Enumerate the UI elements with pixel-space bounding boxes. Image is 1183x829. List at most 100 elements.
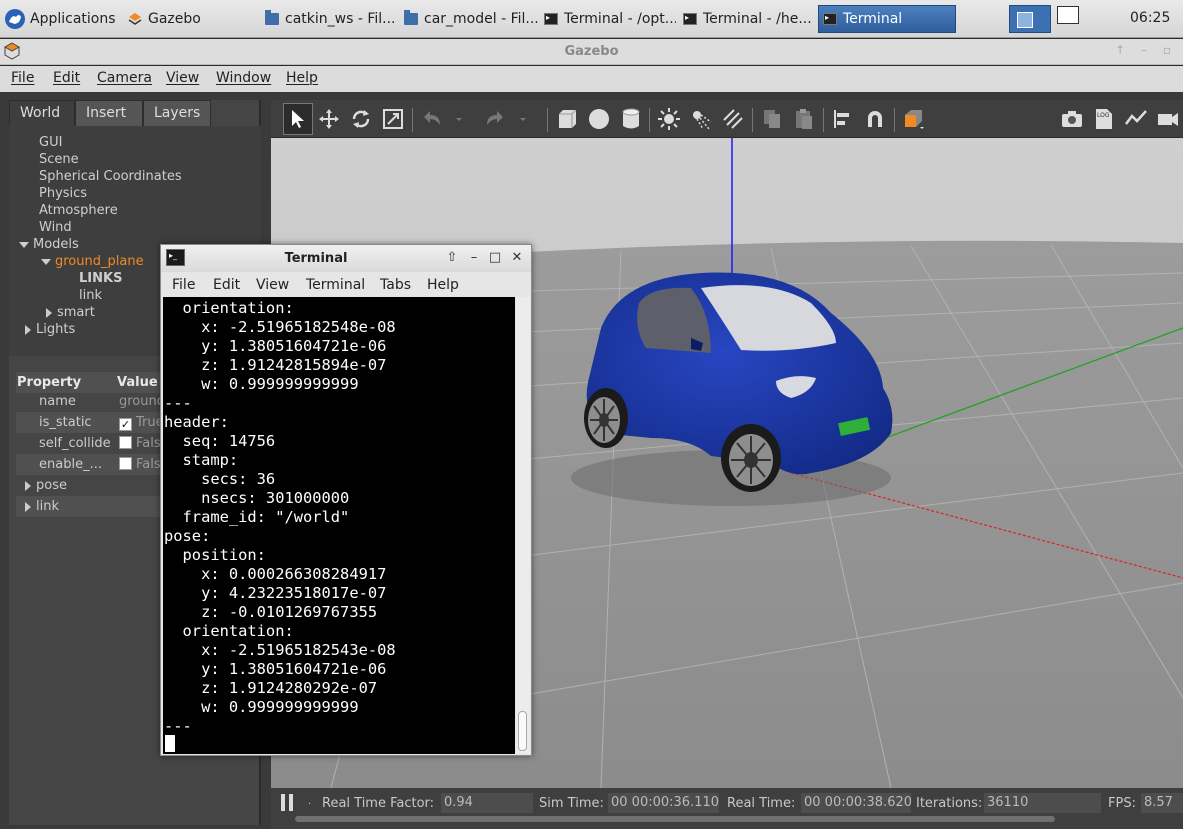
plot-button[interactable]: [1123, 107, 1149, 131]
terminal-menu-help[interactable]: Help: [427, 277, 459, 293]
property-row-enable[interactable]: enable_... False: [16, 454, 176, 475]
tree-item-scene[interactable]: Scene: [39, 152, 79, 167]
expand-arrow-icon[interactable]: [46, 307, 52, 318]
tree-item-wind[interactable]: Wind: [39, 220, 72, 235]
task-terminal-opt[interactable]: Terminal - /opt...: [544, 5, 676, 33]
tree-label: smart: [57, 305, 95, 320]
property-label: link: [36, 499, 59, 514]
undo-button[interactable]: [419, 107, 445, 131]
tab-layers[interactable]: Layers: [143, 100, 211, 126]
box-shape-button[interactable]: [554, 107, 580, 131]
tree-label: Lights: [36, 322, 76, 337]
sim-time-label: Sim Time:: [539, 796, 604, 811]
expand-arrow-icon[interactable]: [19, 241, 29, 248]
terminal-menu-terminal[interactable]: Terminal: [306, 277, 365, 293]
expand-arrow-icon[interactable]: [41, 258, 51, 265]
applications-menu-button[interactable]: Applications: [4, 5, 116, 33]
copy-button[interactable]: [759, 107, 785, 131]
menu-camera[interactable]: Camera: [97, 70, 152, 86]
checkbox-unchecked[interactable]: [119, 457, 132, 470]
terminal-menu-edit[interactable]: Edit: [213, 277, 240, 293]
view-angle-button[interactable]: [901, 107, 927, 131]
tree-item-ground-plane[interactable]: ground_plane: [41, 254, 144, 269]
tab-world[interactable]: World: [9, 100, 75, 126]
checkbox-checked[interactable]: ✓: [119, 418, 132, 431]
horizontal-scrollbar[interactable]: [295, 816, 1055, 822]
snap-button[interactable]: [862, 107, 888, 131]
task-car-model[interactable]: car_model - Fil...: [404, 5, 538, 33]
workspace-2[interactable]: [1057, 6, 1079, 24]
col-property: Property: [17, 375, 82, 390]
redo-button[interactable]: [482, 107, 508, 131]
terminal-scrollbar[interactable]: [516, 297, 530, 754]
tree-item-spherical[interactable]: Spherical Coordinates: [39, 169, 182, 184]
property-row-pose[interactable]: pose: [16, 475, 176, 496]
tree-item-smart[interactable]: smart: [46, 305, 95, 320]
raise-icon[interactable]: ⇧: [443, 249, 461, 267]
maximize-icon[interactable]: □: [486, 249, 504, 267]
tree-item-models[interactable]: Models: [19, 237, 79, 252]
paste-button[interactable]: [791, 107, 817, 131]
tree-label: Models: [33, 237, 79, 252]
terminal-window[interactable]: Terminal ⇧ – □ ✕ File Edit View Terminal…: [160, 244, 532, 756]
checkbox-unchecked[interactable]: [119, 436, 132, 449]
task-gazebo[interactable]: Gazebo: [128, 5, 248, 33]
terminal-menu-tabs[interactable]: Tabs: [380, 277, 411, 293]
property-row-name[interactable]: name ground_plane: [16, 391, 176, 412]
window-controls[interactable]: ↑ – ▫: [1115, 43, 1177, 57]
menu-view[interactable]: View: [166, 70, 199, 86]
cylinder-shape-button[interactable]: [618, 107, 644, 131]
scale-tool-button[interactable]: [380, 107, 406, 131]
task-catkin-ws[interactable]: catkin_ws - Fil...: [265, 5, 397, 33]
undo-history-button[interactable]: [453, 107, 465, 131]
close-icon[interactable]: ✕: [508, 249, 526, 267]
spot-light-button[interactable]: [688, 107, 714, 131]
pause-button[interactable]: [280, 794, 296, 811]
expand-arrow-icon[interactable]: [25, 480, 31, 491]
terminal-menu-file[interactable]: File: [172, 277, 195, 293]
translate-tool-button[interactable]: [316, 107, 342, 131]
video-record-button[interactable]: [1155, 107, 1181, 131]
screenshot-button[interactable]: [1059, 107, 1085, 131]
select-tool-button[interactable]: [283, 103, 313, 135]
gazebo-icon: [128, 13, 142, 25]
terminal-output: orientation: x: -2.51965182548e-08 y: 1.…: [164, 299, 396, 736]
tree-item-atmosphere[interactable]: Atmosphere: [39, 203, 118, 218]
point-light-button[interactable]: [656, 107, 682, 131]
terminal-menubar: File Edit View Terminal Tabs Help: [161, 273, 531, 297]
terminal-scroll-thumb[interactable]: [518, 711, 527, 751]
terminal-titlebar[interactable]: Terminal ⇧ – □ ✕: [161, 245, 531, 272]
expand-arrow-icon[interactable]: [25, 501, 31, 512]
task-label: catkin_ws - Fil...: [285, 11, 396, 27]
minimize-icon[interactable]: –: [465, 249, 483, 267]
menu-edit[interactable]: Edit: [53, 70, 80, 86]
tab-insert[interactable]: Insert: [75, 100, 143, 126]
log-button[interactable]: LOG: [1091, 107, 1117, 131]
terminal-cursor: [165, 735, 175, 752]
expand-arrow-icon[interactable]: [25, 324, 31, 335]
directional-light-button[interactable]: [720, 107, 746, 131]
terminal-menu-view[interactable]: View: [256, 277, 289, 293]
step-dots[interactable]: .: [308, 796, 311, 807]
redo-history-button[interactable]: [517, 107, 529, 131]
task-terminal-he[interactable]: Terminal - /he...: [683, 5, 813, 33]
sphere-shape-button[interactable]: [586, 107, 612, 131]
task-terminal-active[interactable]: Terminal: [818, 5, 956, 33]
align-button[interactable]: [830, 107, 856, 131]
terminal-line: orientation:: [164, 299, 294, 317]
menu-file[interactable]: File: [11, 70, 34, 86]
workspace-1[interactable]: [1009, 5, 1051, 33]
menu-help[interactable]: Help: [286, 70, 318, 86]
tree-item-physics[interactable]: Physics: [39, 186, 87, 201]
tree-item-gui[interactable]: GUI: [39, 135, 62, 150]
property-row-is-static[interactable]: is_static ✓ True: [16, 412, 176, 433]
tree-item-lights[interactable]: Lights: [25, 322, 75, 337]
tree-item-link[interactable]: link: [79, 288, 102, 303]
terminal-screen[interactable]: orientation: x: -2.51965182548e-08 y: 1.…: [163, 297, 515, 754]
property-row-link[interactable]: link: [16, 496, 176, 517]
task-label: Gazebo: [148, 11, 201, 27]
rotate-tool-button[interactable]: [348, 107, 374, 131]
terminal-line: position:: [164, 546, 266, 564]
property-row-self-collide[interactable]: self_collide False: [16, 433, 176, 454]
menu-window[interactable]: Window: [216, 70, 271, 86]
